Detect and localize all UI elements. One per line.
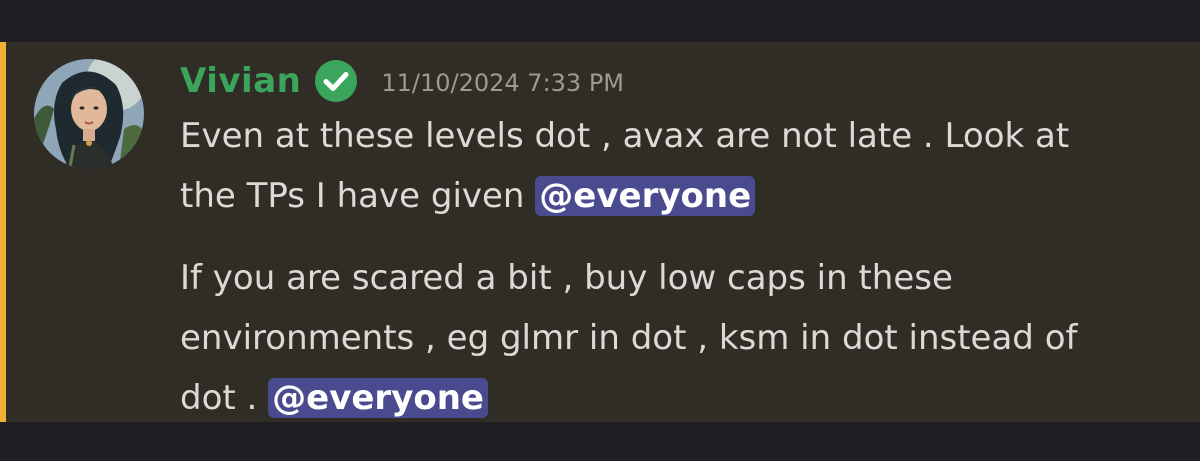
mention-everyone[interactable]: @everyone xyxy=(535,176,756,216)
username[interactable]: Vivian xyxy=(180,61,301,101)
message-paragraph: If you are scared a bit , buy low caps i… xyxy=(180,248,1170,428)
message-paragraph: Even at these levels dot , avax are not … xyxy=(180,106,1170,226)
mention-highlight-bar xyxy=(0,42,6,422)
avatar[interactable] xyxy=(34,59,144,169)
message-line: the TPs I have given @everyone xyxy=(180,166,1170,226)
chat-message[interactable]: Vivian 11/10/2024 7:33 PM Even at these … xyxy=(0,42,1200,422)
message-text: dot . xyxy=(180,378,269,418)
message-text: the TPs I have given xyxy=(180,176,536,216)
message-line: environments , eg glmr in dot , ksm in d… xyxy=(180,318,1078,358)
check-circle-icon xyxy=(313,58,359,104)
avatar-illustration xyxy=(34,59,144,169)
timestamp: 11/10/2024 7:33 PM xyxy=(381,69,625,97)
message-line: Even at these levels dot , avax are not … xyxy=(180,116,1070,156)
message-line: dot . @everyone xyxy=(180,368,1170,428)
top-bar xyxy=(0,0,1200,42)
mention-everyone[interactable]: @everyone xyxy=(268,378,488,418)
message-line: If you are scared a bit , buy low caps i… xyxy=(180,258,953,298)
message-header: Vivian 11/10/2024 7:33 PM xyxy=(180,56,624,106)
